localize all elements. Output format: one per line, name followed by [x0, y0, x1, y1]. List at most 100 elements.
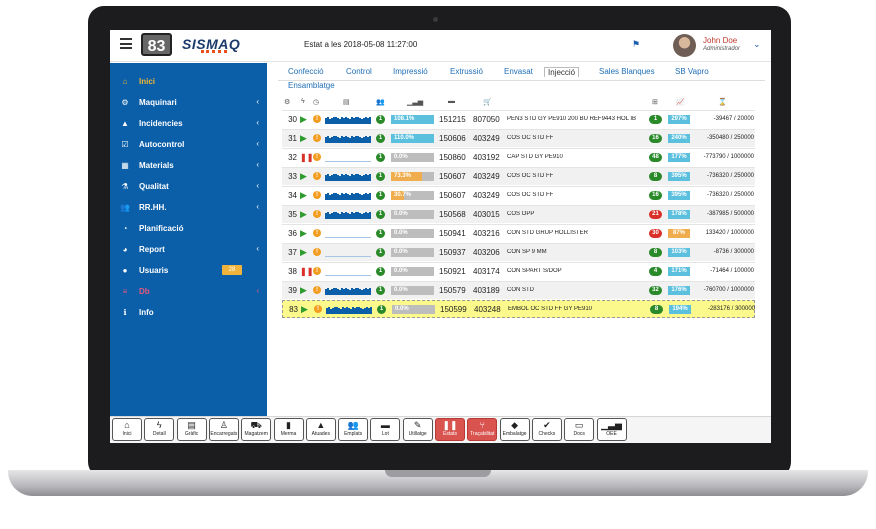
order-number[interactable]: 150579: [439, 286, 466, 295]
order-number[interactable]: 150921: [439, 267, 466, 276]
tab-injecci-[interactable]: Injecció: [544, 67, 580, 77]
machine-number[interactable]: 32: [283, 153, 297, 162]
table-row[interactable]: 37 ▶! 1 0.0% 150937 403206 CON SP 9 MM 8 103% -87…: [282, 243, 755, 261]
sidebar-item-info[interactable]: ℹ Info: [110, 303, 267, 322]
toolbar-button-estats[interactable]: ❚❚ Estats: [435, 418, 465, 441]
alert-icon[interactable]: !: [313, 134, 321, 142]
flag-icon[interactable]: ⚑: [632, 39, 640, 50]
table-row[interactable]: 36 ▶! 1 0.0% 150941 403216 CON STD GRUP HOLLIS…: [282, 224, 755, 242]
toolbar-button-gr-fic[interactable]: ▤ Gràfic: [176, 418, 207, 441]
sidebar-item-inici[interactable]: ⌂ Inici: [110, 72, 267, 91]
order-number[interactable]: 150606: [439, 134, 466, 143]
machine-number[interactable]: 38: [283, 267, 297, 276]
tab-confecci-[interactable]: Confecció: [288, 67, 324, 76]
toolbar-button-emplats[interactable]: 👥 Emplats: [338, 418, 369, 441]
order-number[interactable]: 150937: [439, 248, 466, 257]
chevron-down-icon[interactable]: ⌄: [753, 39, 761, 50]
toolbar-button-magatzem[interactable]: ⛟ Magatzem: [241, 418, 272, 441]
sidebar-item-qualitat[interactable]: ⚗ Qualitat ‹: [110, 177, 267, 196]
alert-icon[interactable]: !: [313, 286, 321, 294]
tab-control[interactable]: Control: [346, 67, 372, 76]
machine-number[interactable]: 31: [283, 134, 297, 143]
sidebar-item-planificaci-[interactable]: ◔ Planificació: [110, 219, 267, 238]
toolbar-button-label: Checks: [538, 431, 556, 437]
tab-sales-blanques[interactable]: Sales Blanques: [599, 67, 655, 76]
table-row[interactable]: 33 ▶! 1 73.3% 150607 403249 COS OC STD FF 8 395%…: [282, 167, 755, 185]
chevron-left-icon: ‹: [256, 97, 259, 106]
sidebar-item-usuaris[interactable]: ● Usuaris 28: [110, 261, 267, 280]
sidebar-item-report[interactable]: ◕ Report ‹: [110, 240, 267, 259]
table-row[interactable]: 30 ▶! 1 108.1% 151215 807050 PEN3 STD GY PE910…: [282, 110, 755, 128]
table-row[interactable]: 31 ▶! 1 110.0% 150606 403249 COS OC STD FF 16 24…: [282, 129, 755, 147]
user-icon: ●: [122, 266, 128, 275]
alert-icon[interactable]: !: [313, 172, 321, 180]
sidebar-item-incidencies[interactable]: ▲ Incidencies ‹: [110, 114, 267, 133]
toolbar-button-lot[interactable]: ▬ Lot: [370, 418, 401, 441]
order-number[interactable]: 150860: [439, 153, 466, 162]
play-icon: ▶: [300, 285, 307, 295]
toolbar-button-detall[interactable]: ϟ Detall: [144, 418, 175, 441]
toolbar-button-inici[interactable]: ⌂ Inici: [112, 418, 142, 441]
sidebar-item-materials[interactable]: ▦ Materials ‹: [110, 156, 267, 175]
toolbar-button-utillatge[interactable]: ✎ Utillatge: [402, 418, 433, 441]
user-name[interactable]: John Doe: [703, 36, 737, 45]
machine-number[interactable]: 30: [283, 115, 297, 124]
sidebar-item-maquinari[interactable]: ⚙ Maquinari ‹: [110, 93, 267, 112]
table-row[interactable]: 38 ❚❚! 1 0.0% 150921 403174 CON SPART S/DOP 4 17…: [282, 262, 755, 280]
alert-icon[interactable]: !: [313, 153, 321, 161]
sidebar-item-autocontrol[interactable]: ☑ Autocontrol ‹: [110, 135, 267, 154]
machine-number[interactable]: 83: [284, 305, 298, 314]
alert-icon[interactable]: !: [313, 248, 321, 256]
machine-number[interactable]: 33: [283, 172, 297, 181]
quantity-ratio: -8736 / 300000: [713, 249, 754, 255]
avatar[interactable]: [673, 34, 696, 57]
toolbar-button-checks[interactable]: ✔ Checks: [531, 418, 562, 441]
quantity-ratio: -39467 / 20000: [713, 116, 754, 122]
machine-number[interactable]: 37: [283, 248, 297, 257]
table-row[interactable]: 35 ▶! 1 0.0% 150568 403015 COS OPP 21 178% -38798…: [282, 205, 755, 223]
alert-icon[interactable]: !: [313, 229, 321, 237]
order-number[interactable]: 151215: [439, 115, 466, 124]
order-number[interactable]: 150607: [439, 191, 466, 200]
table-row[interactable]: 83 ▶! 1 0.0% 150599 403248 EMBOL OC STD FF GY …: [282, 300, 755, 318]
machine-number[interactable]: 34: [283, 191, 297, 200]
toolbar-button-docs[interactable]: ▭ Docs: [564, 418, 595, 441]
toolbar-button-merma[interactable]: ▮ Merma: [273, 418, 304, 441]
machine-number[interactable]: 39: [283, 286, 297, 295]
toolbar-button-embalatge[interactable]: ◆ Embalatge: [499, 418, 530, 441]
order-number[interactable]: 150941: [439, 229, 466, 238]
order-number[interactable]: 150568: [439, 210, 466, 219]
camera: [433, 17, 438, 22]
play-icon: ▶: [300, 247, 307, 257]
tab-ensamblatge[interactable]: Ensamblatge: [288, 81, 335, 90]
tab-extrussi-[interactable]: Extrussió: [450, 67, 483, 76]
toolbar-button-oee[interactable]: ▁▃▅ OEE: [596, 418, 627, 441]
table-row[interactable]: 34 ▶! 1 30.7% 150607 403249 COS OC STD FF 16 395…: [282, 186, 755, 204]
tab-envasat[interactable]: Envasat: [504, 67, 533, 76]
article-code: 403248: [474, 305, 501, 314]
docs-icon: ▭: [574, 420, 584, 430]
table-row[interactable]: 39 ▶! 1 0.0% 150579 403189 CON STD 32 176% -76070…: [282, 281, 755, 299]
sidebar-item-db[interactable]: ≡ Db ‹: [110, 282, 267, 301]
alert-icon[interactable]: !: [313, 210, 321, 218]
machine-number[interactable]: 36: [283, 229, 297, 238]
quantity-ratio: -760700 / 1000000: [703, 287, 754, 293]
order-number[interactable]: 150607: [439, 172, 466, 181]
tab-impressi-[interactable]: Impressió: [393, 67, 428, 76]
toolbar-button-atuades[interactable]: ▲ Atuades: [305, 418, 336, 441]
tab-sb-vapro[interactable]: SB Vapro: [675, 67, 709, 76]
sidebar-item-rr-hh-[interactable]: 👥 RR.HH. ‹: [110, 198, 267, 217]
alert-icon[interactable]: !: [313, 191, 321, 199]
menu-icon[interactable]: [120, 38, 132, 49]
progress-bar: 0.0%: [391, 153, 434, 162]
progress-bar: 0.0%: [391, 267, 434, 276]
alert-icon[interactable]: !: [313, 267, 321, 275]
order-number[interactable]: 150599: [440, 305, 467, 314]
alert-icon[interactable]: !: [314, 305, 322, 313]
count-badge: 8: [650, 305, 663, 314]
table-row[interactable]: 32 ❚❚! 1 0.0% 150860 403192 CAP STD GY PE910 48…: [282, 148, 755, 166]
machine-number[interactable]: 35: [283, 210, 297, 219]
toolbar-button-tra-abilitat[interactable]: ⑂ Traçabilitat: [467, 418, 498, 441]
toolbar-button-encarregats[interactable]: ♙ Encarregats: [208, 418, 239, 441]
alert-icon[interactable]: !: [313, 115, 321, 123]
